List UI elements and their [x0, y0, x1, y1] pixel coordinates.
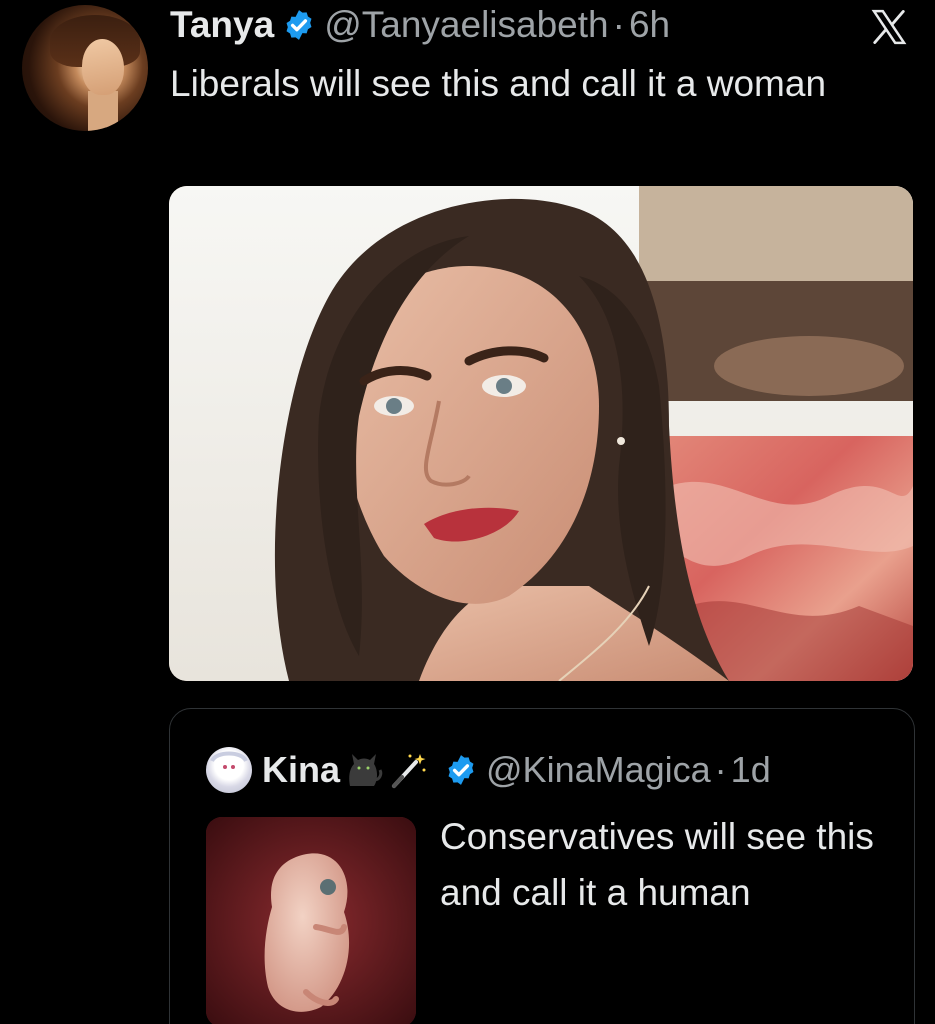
quoted-tweet-card[interactable]: Kina @KinaMagica · 1d Conservatives will… — [169, 708, 915, 1024]
avatar-face — [82, 39, 124, 95]
quoted-author-handle[interactable]: @KinaMagica — [486, 749, 711, 791]
quoted-tweet-timestamp[interactable]: 1d — [731, 749, 771, 791]
separator-dot: · — [612, 4, 625, 45]
author-avatar[interactable] — [22, 5, 148, 131]
x-logo-icon — [871, 9, 907, 45]
quoted-tweet-text: Conservatives will see this and call it … — [440, 816, 874, 913]
verified-badge-icon — [448, 755, 474, 785]
photo-illustration — [169, 186, 913, 681]
tweet-media-photo[interactable] — [169, 186, 913, 681]
quoted-tweet-thumbnail[interactable] — [206, 817, 416, 1024]
thumbnail-illustration — [206, 817, 416, 1024]
avatar-neck — [88, 91, 118, 131]
author-handle[interactable]: @Tanyaelisabeth — [324, 4, 608, 46]
tweet-header: Tanya @Tanyaelisabeth · 6h — [170, 2, 670, 48]
quoted-avatar-art — [210, 751, 248, 779]
quoted-tweet-header: Kina @KinaMagica · 1d — [206, 745, 771, 795]
verified-badge-icon — [286, 10, 312, 40]
tweet-text: Liberals will see this and call it a wom… — [170, 63, 827, 104]
tweet-timestamp[interactable]: 6h — [629, 4, 670, 46]
quoted-author-name[interactable]: Kina — [262, 749, 340, 791]
separator-dot: · — [714, 749, 727, 790]
author-name[interactable]: Tanya — [170, 4, 274, 46]
cat-emoji-icon — [349, 754, 383, 786]
magic-wand-emoji-icon — [392, 754, 426, 788]
quoted-author-avatar[interactable] — [206, 747, 252, 793]
